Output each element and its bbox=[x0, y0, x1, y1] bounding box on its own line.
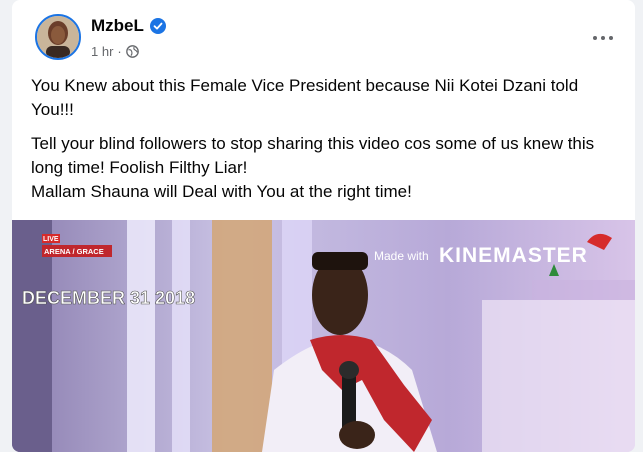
post-paragraph: You Knew about this Female Vice Presiden… bbox=[31, 76, 579, 119]
badge-channel-text: ARENA / GRACE bbox=[44, 247, 104, 256]
menu-dot bbox=[593, 36, 597, 40]
stage-panel bbox=[212, 220, 272, 452]
verified-badge-icon bbox=[149, 18, 166, 34]
author-name[interactable]: MzbeL bbox=[91, 16, 144, 36]
meta-separator: · bbox=[117, 44, 122, 59]
stage-screen bbox=[532, 280, 635, 300]
video-player[interactable]: DECEMBER 31 2018 LIVE ARENA / GRACE Made… bbox=[12, 220, 635, 452]
post-line: Mallam Shauna will Deal with You at the … bbox=[31, 182, 412, 201]
date-overlay-text: DECEMBER 31 2018 bbox=[22, 288, 195, 308]
author-avatar[interactable] bbox=[35, 14, 81, 60]
menu-dot bbox=[609, 36, 613, 40]
menu-dot bbox=[601, 36, 605, 40]
post-time[interactable]: 1 hr bbox=[91, 44, 113, 59]
post-line: Tell your blind followers to stop sharin… bbox=[31, 134, 595, 177]
post-text: You Knew about this Female Vice Presiden… bbox=[31, 74, 611, 214]
globe-icon[interactable] bbox=[125, 45, 139, 58]
stage-light bbox=[127, 220, 155, 452]
post-card: MzbeL 1 hr · You Knew about this Female … bbox=[12, 0, 635, 452]
avatar-image bbox=[37, 16, 79, 58]
video-frame: DECEMBER 31 2018 LIVE ARENA / GRACE Made… bbox=[12, 220, 635, 452]
watermark-brand: KINEMASTER bbox=[439, 244, 588, 267]
post-paragraph: Tell your blind followers to stop sharin… bbox=[31, 132, 611, 204]
badge-live-text: LIVE bbox=[43, 236, 59, 243]
more-options-icon[interactable] bbox=[585, 24, 621, 52]
date-overlay: DECEMBER 31 2018 bbox=[22, 288, 196, 309]
watermark-prefix: Made with bbox=[374, 249, 429, 263]
post-header: MzbeL 1 hr · bbox=[12, 0, 635, 70]
post-meta: 1 hr · bbox=[91, 44, 139, 59]
stage-light bbox=[172, 220, 190, 452]
author-name-row: MzbeL bbox=[91, 16, 166, 36]
stage-screen bbox=[482, 300, 635, 452]
